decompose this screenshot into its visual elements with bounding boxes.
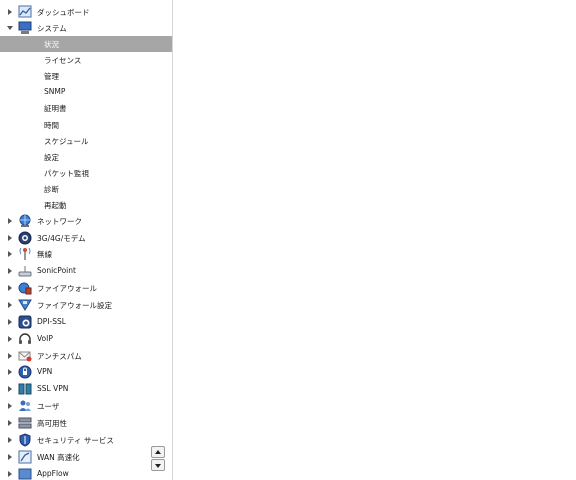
expand-arrow-icon[interactable] <box>8 454 12 460</box>
nav-item-label: ネットワーク <box>37 217 82 226</box>
nav-item-dashboard[interactable]: ダッシュボード <box>0 4 172 20</box>
nav-item-ssl-vpn[interactable]: SSL VPN <box>0 381 172 397</box>
nav-subitem-packet-monitor[interactable]: パケット監視 <box>0 165 172 181</box>
expand-arrow-icon[interactable] <box>8 319 12 325</box>
nav-subitem-label: SNMP <box>44 87 66 96</box>
navigation-tree: ダッシュボード システム 状況 ライセンス 管理 SNMP 証明書 時間 スケジ… <box>0 0 173 480</box>
dashboard-chart-icon <box>18 5 32 18</box>
nav-item-voip[interactable]: VoIP <box>0 331 172 347</box>
nav-subitem-status[interactable]: 状況 <box>0 36 172 52</box>
nav-item-label: ダッシュボード <box>37 8 90 17</box>
nav-item-vpn[interactable]: VPN <box>0 364 172 380</box>
nav-subitem-label: 状況 <box>44 40 59 49</box>
nav-item-wan-acceleration[interactable]: WAN 高速化 <box>0 449 172 465</box>
nav-item-label: 無線 <box>37 250 52 259</box>
nav-item-label: AppFlow <box>37 469 69 478</box>
voip-headset-icon <box>19 333 31 344</box>
security-shield-icon <box>19 433 31 447</box>
nav-item-network[interactable]: ネットワーク <box>0 213 172 229</box>
firewall-globe-icon <box>18 282 32 295</box>
nav-item-sonicpoint[interactable]: SonicPoint <box>0 263 172 279</box>
expand-arrow-icon[interactable] <box>8 302 12 308</box>
firewall-settings-icon <box>18 299 32 311</box>
nav-item-appflow[interactable]: AppFlow <box>0 466 172 480</box>
access-point-icon <box>18 266 32 277</box>
nav-subitem-administration[interactable]: 管理 <box>0 68 172 84</box>
nav-subitem-label: パケット監視 <box>44 169 89 178</box>
nav-item-high-availability[interactable]: 高可用性 <box>0 415 172 431</box>
high-availability-icon <box>18 417 32 429</box>
appflow-icon <box>18 468 32 480</box>
nav-subitem-license[interactable]: ライセンス <box>0 52 172 68</box>
nav-item-wireless[interactable]: 無線 <box>0 246 172 262</box>
collapse-arrow-icon[interactable] <box>7 26 13 30</box>
nav-subitem-diagnostics[interactable]: 診断 <box>0 181 172 197</box>
arrow-up-icon <box>155 450 161 454</box>
expand-arrow-icon[interactable] <box>8 285 12 291</box>
nav-subitem-label: 再起動 <box>44 201 67 210</box>
expand-arrow-icon[interactable] <box>8 471 12 477</box>
nav-item-label: セキュリティ サービス <box>37 436 114 445</box>
nav-subitem-label: 時間 <box>44 121 59 130</box>
expand-arrow-icon[interactable] <box>8 251 12 257</box>
nav-subitem-snmp[interactable]: SNMP <box>0 84 172 100</box>
expand-arrow-icon[interactable] <box>8 9 12 15</box>
nav-subitem-label: スケジュール <box>44 137 89 146</box>
wireless-antenna-icon <box>19 247 31 260</box>
nav-item-security-services[interactable]: セキュリティ サービス <box>0 432 172 448</box>
dpi-ssl-icon <box>18 315 32 329</box>
expand-arrow-icon[interactable] <box>8 268 12 274</box>
expand-arrow-icon[interactable] <box>8 420 12 426</box>
users-icon <box>19 400 31 411</box>
nav-item-users[interactable]: ユーザ <box>0 398 172 414</box>
expand-arrow-icon[interactable] <box>8 218 12 224</box>
anti-spam-mail-icon <box>18 351 32 362</box>
nav-item-label: アンチスパム <box>37 352 82 361</box>
expand-arrow-icon[interactable] <box>8 353 12 359</box>
nav-subitem-label: 設定 <box>44 153 59 162</box>
nav-subitem-certificates[interactable]: 証明書 <box>0 100 172 116</box>
nav-subitem-schedules[interactable]: スケジュール <box>0 133 172 149</box>
expand-arrow-icon[interactable] <box>8 437 12 443</box>
monitor-icon <box>18 21 32 34</box>
arrow-down-icon <box>155 464 161 468</box>
scroll-down-button[interactable] <box>151 459 165 471</box>
nav-subitem-label: 診断 <box>44 185 59 194</box>
nav-item-label: ファイアウォール <box>37 284 97 293</box>
nav-item-modem[interactable]: 3G/4G/モデム <box>0 230 172 246</box>
expand-arrow-icon[interactable] <box>8 403 12 409</box>
expand-arrow-icon[interactable] <box>8 235 12 241</box>
nav-item-label: 高可用性 <box>37 419 67 428</box>
nav-item-label: SSL VPN <box>37 384 69 393</box>
expand-arrow-icon[interactable] <box>8 336 12 342</box>
nav-item-system[interactable]: システム <box>0 20 172 36</box>
scroll-up-button[interactable] <box>151 446 165 458</box>
nav-subitem-label: 証明書 <box>44 104 67 113</box>
expand-arrow-icon[interactable] <box>8 386 12 392</box>
nav-item-label: VPN <box>37 367 53 376</box>
modem-icon <box>18 231 32 245</box>
nav-item-label: WAN 高速化 <box>37 453 80 462</box>
nav-subitem-settings[interactable]: 設定 <box>0 149 172 165</box>
network-globe-icon <box>19 214 31 227</box>
nav-item-firewall[interactable]: ファイアウォール <box>0 280 172 296</box>
expand-arrow-icon[interactable] <box>8 369 12 375</box>
nav-item-label: SonicPoint <box>37 266 76 275</box>
nav-item-label: 3G/4G/モデム <box>37 234 86 243</box>
nav-subitem-label: 管理 <box>44 72 59 81</box>
nav-subitem-restart[interactable]: 再起動 <box>0 197 172 213</box>
nav-item-dpi-ssl[interactable]: DPI-SSL <box>0 314 172 330</box>
nav-item-firewall-settings[interactable]: ファイアウォール設定 <box>0 297 172 313</box>
nav-item-label: システム <box>37 24 67 33</box>
nav-item-anti-spam[interactable]: アンチスパム <box>0 348 172 364</box>
ssl-vpn-icon <box>18 383 32 395</box>
nav-item-label: ファイアウォール設定 <box>37 301 112 310</box>
nav-item-label: ユーザ <box>37 402 60 411</box>
nav-subitem-time[interactable]: 時間 <box>0 117 172 133</box>
vpn-lock-icon <box>18 365 32 379</box>
nav-item-label: VoIP <box>37 334 53 343</box>
wan-acceleration-icon <box>18 450 32 464</box>
nav-subitem-label: ライセンス <box>44 56 82 65</box>
nav-item-label: DPI-SSL <box>37 317 66 326</box>
